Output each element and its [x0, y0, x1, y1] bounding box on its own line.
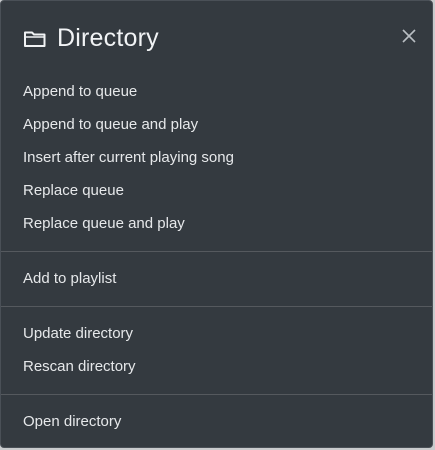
- replace-queue-item[interactable]: Replace queue: [1, 174, 432, 207]
- update-directory-item[interactable]: Update directory: [1, 317, 432, 350]
- folder-icon: [23, 29, 47, 49]
- menu-divider: [1, 306, 432, 307]
- directory-dialog: Directory Append to queue Append to queu…: [0, 0, 433, 448]
- menu-divider: [1, 251, 432, 252]
- queue-actions-group: Append to queue Append to queue and play…: [1, 75, 432, 247]
- menu-divider: [1, 394, 432, 395]
- dialog-title: Directory: [57, 23, 159, 52]
- directory-actions-group: Update directory Rescan directory: [1, 312, 432, 390]
- rescan-directory-item[interactable]: Rescan directory: [1, 350, 432, 383]
- add-to-playlist-item[interactable]: Add to playlist: [1, 262, 432, 295]
- insert-after-current-song-item[interactable]: Insert after current playing song: [1, 141, 432, 174]
- directory-menu: Append to queue Append to queue and play…: [1, 75, 432, 445]
- playlist-actions-group: Add to playlist: [1, 257, 432, 302]
- close-icon[interactable]: [396, 23, 422, 49]
- open-actions-group: Open directory: [1, 400, 432, 445]
- replace-queue-and-play-item[interactable]: Replace queue and play: [1, 207, 432, 240]
- append-to-queue-item[interactable]: Append to queue: [1, 75, 432, 108]
- open-directory-item[interactable]: Open directory: [1, 405, 432, 438]
- append-to-queue-and-play-item[interactable]: Append to queue and play: [1, 108, 432, 141]
- dialog-header: Directory: [1, 1, 432, 75]
